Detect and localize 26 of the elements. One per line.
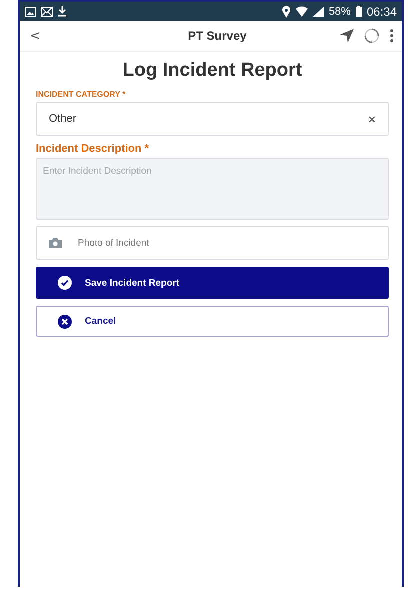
navigation-arrow-icon[interactable] xyxy=(340,29,354,43)
field-label: INCIDENT CATEGORY * xyxy=(36,90,127,99)
back-button[interactable]: < xyxy=(26,28,45,44)
description-field[interactable]: Enter Incident Description xyxy=(36,158,389,220)
clock-time: 06:34 xyxy=(366,4,397,18)
mail-icon xyxy=(41,6,53,16)
signal-icon xyxy=(312,6,324,16)
category-select[interactable]: Other × xyxy=(36,102,389,136)
clear-button[interactable]: × xyxy=(368,112,376,126)
camera-icon xyxy=(49,238,62,248)
field-label: Incident Description * xyxy=(36,143,150,155)
app-title: PT Survey xyxy=(187,29,248,43)
download-icon xyxy=(58,6,67,17)
more-menu-icon[interactable] xyxy=(390,29,394,43)
close-circle-icon xyxy=(58,314,72,328)
battery-percent: 58% xyxy=(328,6,351,18)
photo-field[interactable]: Photo of Incident xyxy=(36,226,389,260)
page-title: Log Incident Report xyxy=(122,60,304,82)
image-icon xyxy=(25,6,36,16)
wifi-icon xyxy=(296,6,308,17)
save-button[interactable]: Save Incident Report xyxy=(36,267,389,299)
location-pin-icon xyxy=(282,6,291,18)
sync-icon[interactable] xyxy=(364,28,380,44)
battery-icon xyxy=(356,6,362,17)
check-circle-icon xyxy=(58,276,72,290)
cancel-button[interactable]: Cancel xyxy=(36,306,389,337)
